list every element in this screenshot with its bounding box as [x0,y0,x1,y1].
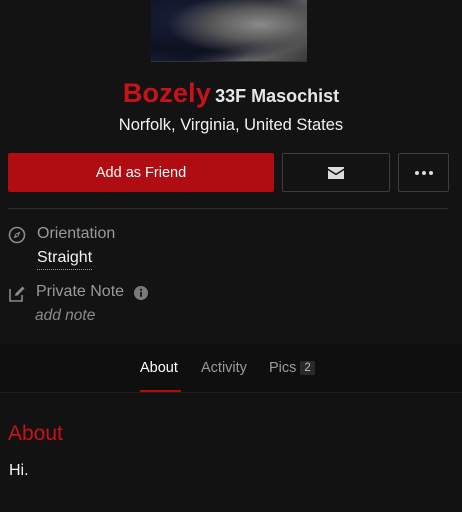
orientation-value: Straight [37,249,93,270]
envelope-icon [328,166,344,179]
info-icon[interactable] [134,286,148,300]
private-note-input[interactable]: add note [35,307,95,325]
profile-username[interactable]: Bozely [123,78,211,108]
tab-about[interactable]: About [140,360,178,376]
tab-pics[interactable]: Pics 2 [269,360,315,376]
add-friend-button[interactable]: Add as Friend [8,153,274,192]
edit-note-icon [9,286,25,302]
tab-activity[interactable]: Activity [201,360,247,376]
profile-location: Norfolk, Virginia, United States [118,116,344,134]
profile-avatar[interactable] [151,0,307,62]
content-divider [0,392,462,393]
tab-pics-label: Pics [269,360,297,376]
profile-name-row: Bozely 33F Masochist [0,78,462,109]
tab-pics-count: 2 [300,361,315,375]
ellipsis-icon [414,170,433,175]
message-button[interactable] [282,153,390,192]
compass-icon [8,226,26,244]
about-section [0,392,462,512]
section-divider [8,208,448,209]
orientation-label: Orientation [37,225,116,242]
more-options-button[interactable] [398,153,449,192]
profile-meta: 33F Masochist [215,86,340,106]
about-title: About [8,422,63,445]
private-note-label: Private Note [36,283,125,300]
about-body: Hi. [9,462,29,479]
